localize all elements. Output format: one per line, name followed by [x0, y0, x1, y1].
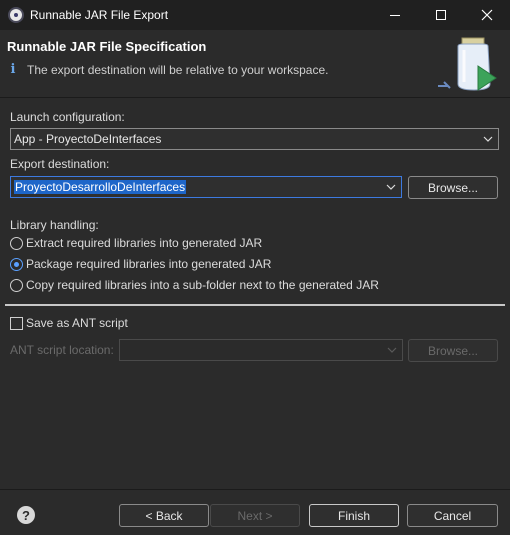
chevron-down-icon [386, 184, 396, 190]
finish-button[interactable]: Finish [309, 504, 399, 527]
launch-configuration-label: Launch configuration: [10, 110, 125, 124]
close-icon [481, 9, 493, 21]
ant-script-location-combo[interactable] [119, 339, 403, 361]
info-icon: i [10, 62, 16, 77]
radio-label: Copy required libraries into a sub-folde… [26, 278, 379, 292]
eclipse-app-icon [8, 7, 24, 23]
maximize-button[interactable] [418, 0, 464, 30]
maximize-icon [436, 10, 446, 20]
export-destination-combo[interactable]: ProyectoDesarrolloDeInterfaces [10, 176, 402, 198]
package-libraries-radio[interactable]: Package required libraries into generate… [10, 257, 271, 271]
export-destination-value: ProyectoDesarrolloDeInterfaces [14, 180, 187, 194]
library-handling-label: Library handling: [10, 218, 99, 232]
next-button[interactable]: Next > [210, 504, 300, 527]
radio-button-checked[interactable] [10, 257, 23, 271]
help-icon[interactable]: ? [17, 506, 35, 524]
ant-browse-button[interactable]: Browse... [408, 339, 498, 362]
browse-button[interactable]: Browse... [408, 176, 498, 199]
save-ant-script-checkbox[interactable]: Save as ANT script [10, 316, 128, 330]
cancel-button[interactable]: Cancel [407, 504, 498, 527]
copy-libraries-radio[interactable]: Copy required libraries into a sub-folde… [10, 278, 379, 292]
header-message: The export destination will be relative … [27, 63, 329, 77]
launch-configuration-value: App - ProyectoDeInterfaces [14, 132, 162, 146]
footer-divider [0, 489, 510, 490]
chevron-down-icon [483, 136, 493, 142]
minimize-icon [390, 14, 400, 16]
launch-configuration-combo[interactable]: App - ProyectoDeInterfaces [10, 128, 499, 150]
close-button[interactable] [464, 0, 510, 30]
chevron-down-icon [387, 347, 397, 353]
extract-libraries-radio[interactable]: Extract required libraries into generate… [10, 236, 262, 250]
section-divider [5, 304, 505, 306]
jar-export-wizard-icon [438, 37, 497, 91]
back-button[interactable]: < Back [119, 504, 209, 527]
window-title: Runnable JAR File Export [30, 8, 169, 22]
checkbox-label: Save as ANT script [26, 316, 128, 330]
title-bar: Runnable JAR File Export [0, 0, 510, 30]
wizard-header: Runnable JAR File Specification i The ex… [0, 30, 510, 98]
page-title: Runnable JAR File Specification [7, 39, 207, 54]
radio-label: Package required libraries into generate… [26, 257, 272, 271]
radio-button[interactable] [10, 236, 23, 250]
checkbox[interactable] [10, 316, 23, 330]
radio-button[interactable] [10, 278, 23, 292]
minimize-button[interactable] [372, 0, 418, 30]
export-destination-label: Export destination: [10, 157, 110, 171]
radio-label: Extract required libraries into generate… [26, 236, 263, 250]
ant-script-location-label: ANT script location: [10, 343, 114, 357]
